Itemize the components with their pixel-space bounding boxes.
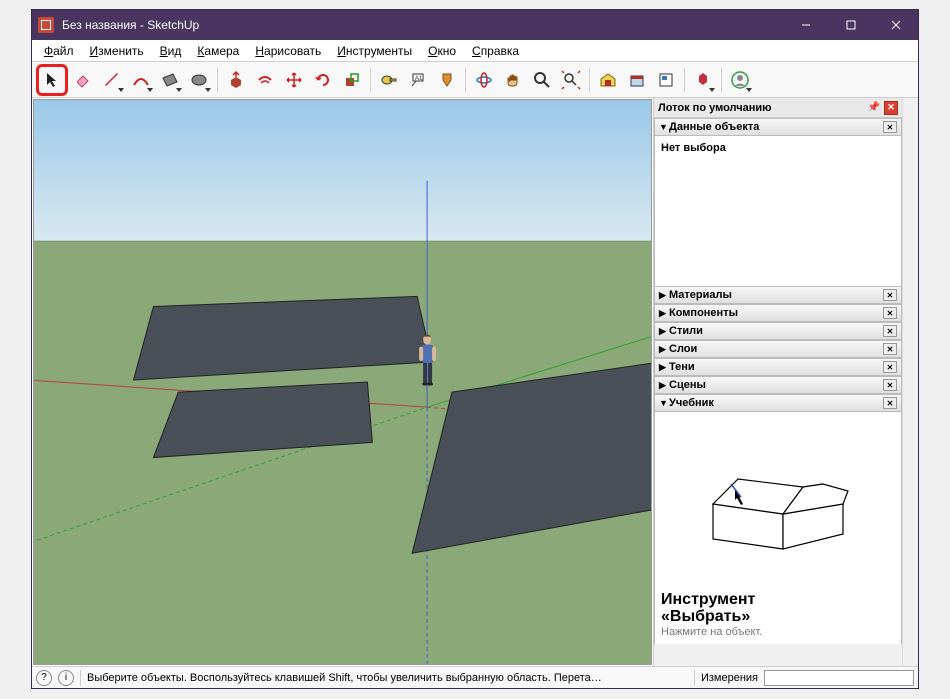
section-label: Материалы	[669, 289, 732, 301]
expand-arrow-icon: ▶	[659, 362, 669, 373]
orbit-tool[interactable]	[470, 66, 498, 94]
section-close-icon[interactable]: ✕	[883, 397, 897, 409]
zoom-extents-tool[interactable]	[557, 66, 585, 94]
section-label: Слои	[669, 343, 697, 355]
section-close-icon[interactable]: ✕	[883, 325, 897, 337]
circle-tool[interactable]	[185, 66, 213, 94]
measurements-input[interactable]	[764, 670, 914, 686]
rectangle-tool[interactable]	[156, 66, 184, 94]
section-close-icon[interactable]: ✕	[883, 343, 897, 355]
toolbar: A1	[32, 62, 918, 98]
tray-title: Лоток по умолчанию	[658, 102, 772, 114]
arc-tool[interactable]	[127, 66, 155, 94]
tray-close-button[interactable]: ✕	[884, 101, 898, 115]
warehouse-tool[interactable]	[594, 66, 622, 94]
extension-warehouse-tool[interactable]	[623, 66, 651, 94]
menu-view[interactable]: Вид	[152, 42, 190, 60]
statusbar: ? i Выберите объекты. Воспользуйтесь кла…	[32, 666, 918, 688]
menu-camera[interactable]: Камера	[189, 42, 247, 60]
tray-header[interactable]: Лоток по умолчанию 📌 ✕	[654, 98, 902, 118]
close-button[interactable]	[873, 10, 918, 40]
expand-arrow-icon: ▶	[659, 290, 669, 301]
instructor-label: Учебник	[669, 397, 714, 409]
help-icon[interactable]: ?	[36, 670, 52, 686]
menu-draw[interactable]: Нарисовать	[247, 42, 329, 60]
section-close-icon[interactable]: ✕	[883, 289, 897, 301]
materials-header[interactable]: ▶Материалы ✕	[654, 286, 902, 304]
paint-tool[interactable]	[433, 66, 461, 94]
expand-arrow-icon: ▶	[659, 344, 669, 355]
menu-file[interactable]: Файл	[36, 42, 82, 60]
expand-arrow-icon: ▶	[659, 380, 669, 391]
status-hint: Выберите объекты. Воспользуйтесь клавише…	[87, 672, 688, 684]
section-label: Стили	[669, 325, 703, 337]
section-label: Тени	[669, 361, 695, 373]
entity-info-header[interactable]: ▼ Данные объекта ✕	[654, 118, 902, 136]
section-close-icon[interactable]: ✕	[883, 379, 897, 391]
tray-scrollbar[interactable]	[902, 98, 918, 666]
section-close-icon[interactable]: ✕	[883, 361, 897, 373]
menu-tools[interactable]: Инструменты	[329, 42, 420, 60]
no-selection-text: Нет выбора	[661, 142, 726, 154]
zoom-tool[interactable]	[528, 66, 556, 94]
scale-tool[interactable]	[338, 66, 366, 94]
pin-icon[interactable]: 📌	[868, 102, 880, 113]
window-title: Без названия - SketchUp	[62, 18, 199, 32]
default-tray: Лоток по умолчанию 📌 ✕ ▼ Данные объекта …	[653, 98, 918, 666]
layout-tool[interactable]	[652, 66, 680, 94]
collapse-arrow-icon: ▼	[659, 398, 669, 408]
instructor-body: Инструмент «Выбрать» Нажмите на объект.	[654, 412, 902, 644]
extension-manager-tool[interactable]	[689, 66, 717, 94]
app-icon	[38, 17, 54, 33]
expand-arrow-icon: ▶	[659, 308, 669, 319]
window-controls	[783, 10, 918, 40]
instructor-diagram	[661, 418, 895, 591]
shadows-header[interactable]: ▶Тени ✕	[654, 358, 902, 376]
pan-tool[interactable]	[499, 66, 527, 94]
section-label: Сцены	[669, 379, 706, 391]
minimize-button[interactable]	[783, 10, 828, 40]
eraser-tool[interactable]	[69, 66, 97, 94]
line-tool[interactable]	[98, 66, 126, 94]
components-header[interactable]: ▶Компоненты ✕	[654, 304, 902, 322]
info-icon[interactable]: i	[58, 670, 74, 686]
titlebar[interactable]: Без названия - SketchUp	[32, 10, 918, 40]
menubar: Файл Изменить Вид Камера Нарисовать Инст…	[32, 40, 918, 62]
main-area: Лоток по умолчанию 📌 ✕ ▼ Данные объекта …	[32, 98, 918, 666]
entity-info-label: Данные объекта	[669, 121, 759, 133]
text-tool[interactable]: A1	[404, 66, 432, 94]
pushpull-tool[interactable]	[222, 66, 250, 94]
instructor-header[interactable]: ▼Учебник ✕	[654, 394, 902, 412]
collapse-arrow-icon: ▼	[659, 122, 669, 132]
instructor-title: Инструмент «Выбрать»	[661, 591, 895, 626]
scenes-header[interactable]: ▶Сцены ✕	[654, 376, 902, 394]
menu-window[interactable]: Окно	[420, 42, 464, 60]
tape-tool[interactable]	[375, 66, 403, 94]
svg-text:A1: A1	[415, 76, 423, 82]
styles-header[interactable]: ▶Стили ✕	[654, 322, 902, 340]
viewport-3d[interactable]	[33, 99, 652, 665]
user-account-tool[interactable]	[726, 66, 754, 94]
move-tool[interactable]	[280, 66, 308, 94]
expand-arrow-icon: ▶	[659, 326, 669, 337]
rotate-tool[interactable]	[309, 66, 337, 94]
select-tool[interactable]	[36, 64, 68, 96]
offset-tool[interactable]	[251, 66, 279, 94]
menu-help[interactable]: Справка	[464, 42, 527, 60]
section-close-icon[interactable]: ✕	[883, 307, 897, 319]
section-close-icon[interactable]: ✕	[883, 121, 897, 133]
measurements-label: Измерения	[701, 672, 758, 684]
app-window: Без названия - SketchUp Файл Изменить Ви…	[31, 9, 919, 689]
entity-info-body: Нет выбора	[654, 136, 902, 286]
layers-header[interactable]: ▶Слои ✕	[654, 340, 902, 358]
instructor-subtitle: Нажмите на объект.	[661, 626, 895, 638]
maximize-button[interactable]	[828, 10, 873, 40]
section-label: Компоненты	[669, 307, 738, 319]
menu-edit[interactable]: Изменить	[82, 42, 152, 60]
